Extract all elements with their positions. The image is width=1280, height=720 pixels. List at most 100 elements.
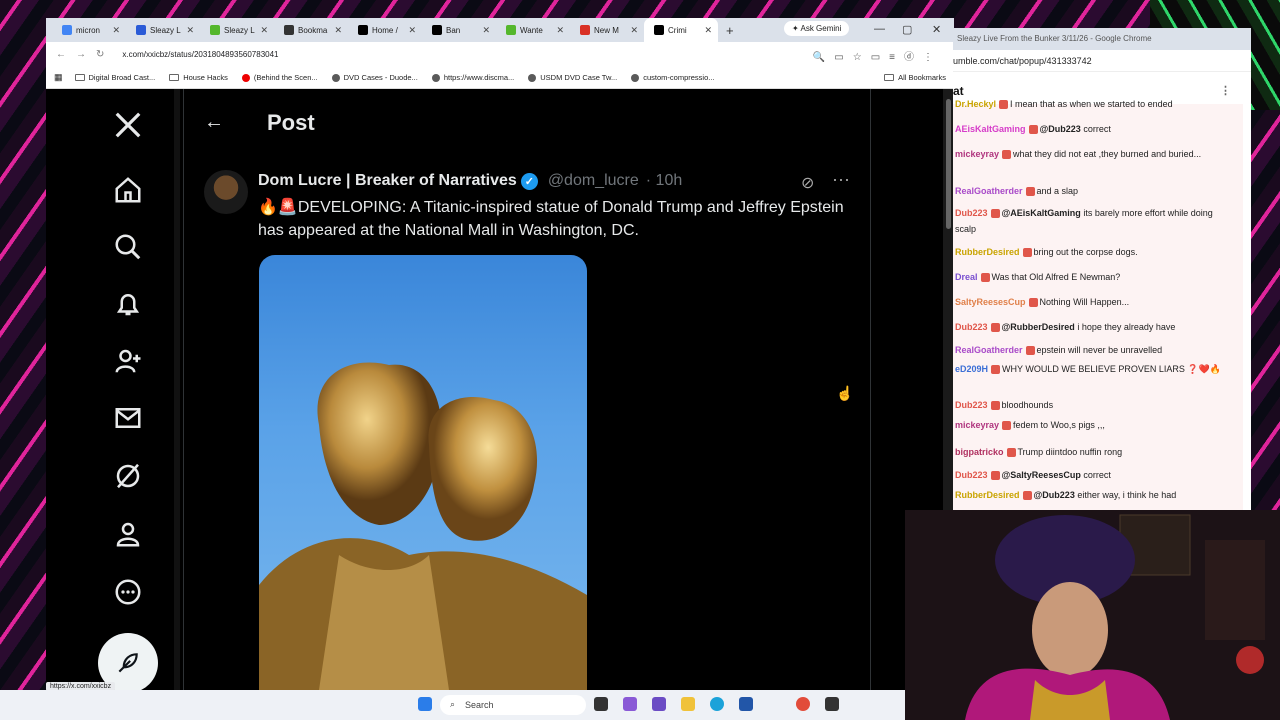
chat-username[interactable]: mickeyray xyxy=(955,420,999,430)
avatar[interactable] xyxy=(204,170,248,214)
nav-buttons[interactable]: ←→↻ xyxy=(56,49,114,60)
close-tab-icon[interactable]: ✕ xyxy=(186,25,194,36)
file-explorer-icon[interactable] xyxy=(681,697,695,711)
bookmark-1[interactable]: House Hacks xyxy=(169,73,228,82)
chat-username[interactable]: RealGoatherder xyxy=(955,345,1023,355)
new-tab-button[interactable]: + xyxy=(726,23,734,38)
browser-window: micron ✕ Sleazy L ✕ Sleazy L ✕ Bookma ✕ Home / ✕ B… xyxy=(46,18,954,690)
app-icon[interactable] xyxy=(825,697,839,711)
bookmarks-bar: ▦ Digital Broad Cast... House Hacks (Behin… xyxy=(46,67,954,89)
task-view-icon[interactable] xyxy=(594,697,608,711)
post-header: ← Post xyxy=(184,89,870,155)
chat-username[interactable]: Dub223 xyxy=(955,322,988,332)
chat-message: RubberDesired bring out the corpse dogs. xyxy=(955,244,1227,260)
profile-icon[interactable] xyxy=(112,518,144,550)
close-tab-icon[interactable]: ✕ xyxy=(556,25,564,36)
folder-icon xyxy=(169,74,180,81)
chat-username[interactable]: bigpatricko xyxy=(955,447,1004,457)
tab-4[interactable]: Home / ✕ xyxy=(348,18,422,42)
store-icon[interactable] xyxy=(739,697,753,711)
bookmark-4[interactable]: https://www.discma... xyxy=(431,73,514,82)
tab-5[interactable]: Ban ✕ xyxy=(422,18,496,42)
windows-start-icon[interactable] xyxy=(418,697,432,711)
bell-icon[interactable] xyxy=(112,288,144,320)
bookmark-2[interactable]: (Behind the Scen... xyxy=(241,73,318,82)
taskbar-search[interactable]: ⌕ Search xyxy=(440,695,586,715)
tab-3[interactable]: Bookma ✕ xyxy=(274,18,348,42)
close-tab-icon[interactable]: ✕ xyxy=(408,25,416,36)
mail-icon[interactable] xyxy=(112,402,144,434)
tab-6[interactable]: Wante ✕ xyxy=(496,18,570,42)
bookmark-3[interactable]: DVD Cases - Duode... xyxy=(331,73,418,82)
close-tab-icon[interactable]: ✕ xyxy=(630,25,638,36)
scrollbar-thumb[interactable] xyxy=(946,99,951,229)
badge-icon xyxy=(990,323,1000,333)
author-name[interactable]: Dom Lucre | Breaker of Narratives xyxy=(258,172,517,190)
close-tab-icon[interactable]: ✕ xyxy=(704,25,712,36)
feather-icon xyxy=(118,653,138,673)
close-tab-icon[interactable]: ✕ xyxy=(334,25,342,36)
chat-username[interactable]: Dub223 xyxy=(955,208,988,218)
badge-icon xyxy=(1002,150,1012,160)
bookmark-label: House Hacks xyxy=(183,73,228,82)
bookmark-6[interactable]: custom-compressio... xyxy=(631,73,715,82)
toolbar-icons[interactable]: 🔍▭☆▭≡ⓓ⋮ xyxy=(813,48,942,63)
badge-icon xyxy=(990,401,1000,411)
tab-0[interactable]: micron ✕ xyxy=(52,18,126,42)
tab-2[interactable]: Sleazy L ✕ xyxy=(200,18,274,42)
x-page: ← Post Dom Lucre | Breaker of Narratives… xyxy=(46,89,954,690)
chat-username[interactable]: eD209H xyxy=(955,364,988,374)
chat-text: epstein will never be unravelled xyxy=(1036,345,1163,355)
chat-username[interactable]: AEisKaltGaming xyxy=(955,124,1026,134)
search-icon[interactable] xyxy=(112,231,144,263)
chat-username[interactable]: Dub223 xyxy=(955,470,988,480)
bookmark-label: (Behind the Scen... xyxy=(253,73,318,82)
chat-username[interactable]: Dr.Heckyl xyxy=(955,99,996,109)
home-icon[interactable] xyxy=(112,174,144,206)
edge-icon[interactable] xyxy=(710,697,724,711)
post-image[interactable] xyxy=(259,255,587,690)
teams-icon[interactable] xyxy=(652,697,666,711)
grok-icon[interactable]: ⊘ xyxy=(801,173,814,193)
chat-username[interactable]: SaltyReesesCup xyxy=(955,297,1026,307)
copilot-icon[interactable] xyxy=(623,697,637,711)
chat-username[interactable]: Dub223 xyxy=(955,400,988,410)
rumble-icon xyxy=(210,25,220,35)
close-tab-icon[interactable]: ✕ xyxy=(482,25,490,36)
x-logo-icon[interactable] xyxy=(112,109,144,141)
post-text: 🔥🚨DEVELOPING: A Titanic-inspired statue … xyxy=(258,199,844,239)
back-arrow-icon[interactable]: ← xyxy=(204,111,224,134)
chat-username[interactable]: RealGoatherder xyxy=(955,186,1023,196)
minimize-icon[interactable]: — xyxy=(874,23,885,35)
webcam-overlay xyxy=(905,510,1280,720)
post-time[interactable]: · 10h xyxy=(646,172,682,190)
more-options-icon[interactable]: ··· xyxy=(832,169,850,190)
bookmark-0[interactable]: Digital Broad Cast... xyxy=(74,73,155,82)
chrome-icon[interactable] xyxy=(796,697,810,711)
ask-gemini-button[interactable]: ✦ Ask Gemini xyxy=(784,21,850,36)
chat-message: mickeyray fedem to Woo,s pigs ,,, xyxy=(955,417,1227,433)
chat-username[interactable]: RubberDesired xyxy=(955,490,1020,500)
url-field[interactable]: x.com/xxicbz/status/2031804893560783041 xyxy=(122,50,278,59)
chat-url[interactable]: umble.com/chat/popup/431333742 xyxy=(953,50,1251,72)
grok-icon[interactable] xyxy=(112,460,144,492)
more-icon[interactable] xyxy=(112,576,144,608)
close-tab-icon[interactable]: ✕ xyxy=(112,25,120,36)
maximize-icon[interactable]: ▢ xyxy=(902,23,912,36)
chat-text: Trump diintdoo nuffin rong xyxy=(1017,447,1123,457)
tab-1[interactable]: Sleazy L ✕ xyxy=(126,18,200,42)
bookmark-5[interactable]: USDM DVD Case Tw... xyxy=(528,73,617,82)
chat-username[interactable]: RubberDesired xyxy=(955,247,1020,257)
close-tab-icon[interactable]: ✕ xyxy=(260,25,268,36)
follow-icon[interactable] xyxy=(112,345,144,377)
tab-bar: micron ✕ Sleazy L ✕ Sleazy L ✕ Bookma ✕ Home / ✕ B… xyxy=(46,18,954,42)
chat-username[interactable]: mickeyray xyxy=(955,149,999,159)
close-window-icon[interactable]: ✕ xyxy=(932,23,941,36)
all-bookmarks-button[interactable]: All Bookmarks xyxy=(884,73,946,82)
author-handle[interactable]: @dom_lucre xyxy=(548,172,639,190)
apps-icon[interactable]: ▦ xyxy=(54,72,63,83)
badge-icon xyxy=(980,273,990,283)
tab-8[interactable]: Crimi ✕ xyxy=(644,18,718,42)
tab-7[interactable]: New M ✕ xyxy=(570,18,644,42)
chat-username[interactable]: Dreal xyxy=(955,272,978,282)
